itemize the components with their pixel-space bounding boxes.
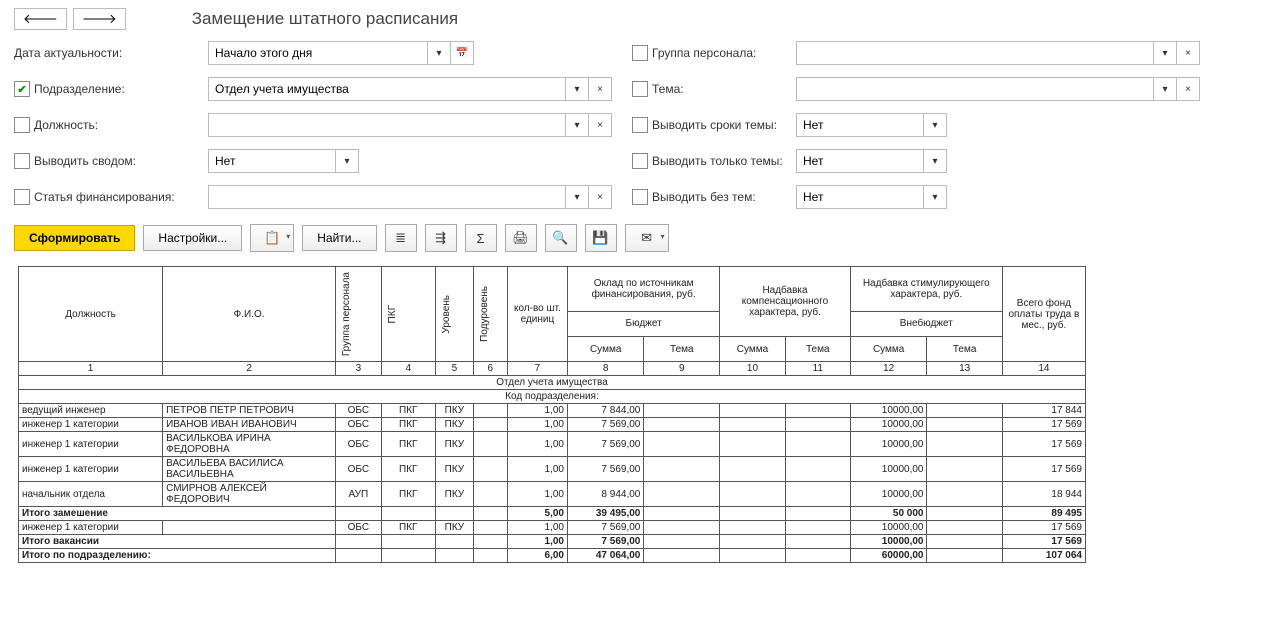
finance-checkbox[interactable] (14, 189, 30, 205)
dept-input[interactable] (208, 77, 566, 101)
report-table: Должность Ф.И.О. Группа персонала ПКГ Ур… (18, 266, 1086, 563)
table-row: инженер 1 категории ОБС ПКГ ПКУ 1,00 7 5… (19, 521, 1086, 535)
date-label: Дата актуальности: (14, 46, 122, 60)
table-row: начальник отделаСМИРНОВ АЛЕКСЕЙ ФЕДОРОВИ… (19, 482, 1086, 507)
calendar-icon[interactable]: 📅 (451, 41, 474, 65)
clear-icon[interactable]: × (1177, 77, 1200, 101)
theme-terms-input[interactable] (796, 113, 924, 137)
group-input[interactable] (796, 41, 1154, 65)
summary-label: Выводить сводом: (34, 154, 136, 168)
summary-input[interactable] (208, 149, 336, 173)
dept-label: Подразделение: (34, 82, 125, 96)
col-position: Должность (19, 267, 163, 362)
back-button[interactable]: 🡐 (14, 8, 67, 30)
forward-button[interactable]: 🡒 (73, 8, 126, 30)
col-numbers-row: 1 2 3 4 5 6 7 8 9 10 11 12 13 14 (19, 362, 1086, 376)
save-icon[interactable]: 💾 (585, 224, 617, 252)
col-comp: Надбавка компенсационного характера, руб… (720, 267, 851, 337)
col-fio: Ф.И.О. (163, 267, 336, 362)
dept-checkbox[interactable] (14, 81, 30, 97)
sum-icon[interactable]: Σ (465, 224, 497, 252)
no-themes-checkbox[interactable] (632, 189, 648, 205)
expand-icon[interactable]: ⇶ (425, 224, 457, 252)
col-pkg: ПКГ (385, 301, 400, 327)
copy-icon[interactable]: 📋 (250, 224, 294, 252)
theme-terms-checkbox[interactable] (632, 117, 648, 133)
dropdown-icon[interactable]: ▾ (428, 41, 451, 65)
date-input[interactable] (208, 41, 428, 65)
section-title: Отдел учета имущества (19, 376, 1086, 390)
col-sublevel: Подуровень (477, 282, 492, 346)
dropdown-icon[interactable]: ▾ (566, 185, 589, 209)
dropdown-icon[interactable]: ▾ (1154, 41, 1177, 65)
group-checkbox[interactable] (632, 45, 648, 61)
theme-label: Тема: (652, 82, 684, 96)
col-total: Всего фонд оплаты труда в мес., руб. (1002, 267, 1085, 362)
table-row: инженер 1 категорииВАСИЛЬЕВА ВАСИЛИСА ВА… (19, 457, 1086, 482)
dropdown-icon[interactable]: ▾ (924, 185, 947, 209)
clear-icon[interactable]: × (589, 77, 612, 101)
theme-terms-label: Выводить сроки темы: (652, 118, 777, 132)
only-themes-input[interactable] (796, 149, 924, 173)
table-row: инженер 1 категорииИВАНОВ ИВАН ИВАНОВИЧО… (19, 418, 1086, 432)
no-themes-label: Выводить без тем: (652, 190, 756, 204)
col-stim: Надбавка стимулирующего характера, руб. (850, 267, 1002, 312)
page-title: Замещение штатного расписания (192, 9, 458, 29)
find-button[interactable]: Найти... (302, 225, 376, 251)
position-checkbox[interactable] (14, 117, 30, 133)
clear-icon[interactable]: × (589, 185, 612, 209)
col-group: Группа персонала (339, 268, 354, 360)
print-icon[interactable]: 🖨 (505, 224, 537, 252)
position-label: Должность: (34, 118, 98, 132)
table-row: инженер 1 категорииВАСИЛЬКОВА ИРИНА ФЕДО… (19, 432, 1086, 457)
summary-checkbox[interactable] (14, 153, 30, 169)
collapse-icon[interactable]: ≣ (385, 224, 417, 252)
section-code: Код подразделения: (19, 390, 1086, 404)
col-offbudget: Внебюджет (850, 311, 1002, 336)
col-budget: Бюджет (567, 311, 719, 336)
subtotal-row: Итого замешение 5,00 39 495,00 50 000 89… (19, 507, 1086, 521)
finance-input[interactable] (208, 185, 566, 209)
only-themes-label: Выводить только темы: (652, 154, 783, 168)
theme-checkbox[interactable] (632, 81, 648, 97)
subtotal-row: Итого вакансии 1,00 7 569,00 10000,00 17… (19, 535, 1086, 549)
only-themes-checkbox[interactable] (632, 153, 648, 169)
dropdown-icon[interactable]: ▾ (566, 77, 589, 101)
dropdown-icon[interactable]: ▾ (566, 113, 589, 137)
dropdown-icon[interactable]: ▾ (924, 149, 947, 173)
col-level: Уровень (439, 291, 454, 338)
dropdown-icon[interactable]: ▾ (1154, 77, 1177, 101)
dropdown-icon[interactable]: ▾ (924, 113, 947, 137)
col-salary: Оклад по источникам финансирования, руб. (567, 267, 719, 312)
mail-icon[interactable]: ✉ (625, 224, 669, 252)
settings-button[interactable]: Настройки... (143, 225, 242, 251)
clear-icon[interactable]: × (589, 113, 612, 137)
table-row: ведущий инженерПЕТРОВ ПЕТР ПЕТРОВИЧОБСПК… (19, 404, 1086, 418)
position-input[interactable] (208, 113, 566, 137)
total-row: Итого по подразделению: 6,00 47 064,00 6… (19, 549, 1086, 563)
no-themes-input[interactable] (796, 185, 924, 209)
dropdown-icon[interactable]: ▾ (336, 149, 359, 173)
clear-icon[interactable]: × (1177, 41, 1200, 65)
generate-button[interactable]: Сформировать (14, 225, 135, 251)
finance-label: Статья финансирования: (34, 190, 175, 204)
col-units: кол-во шт. единиц (507, 267, 567, 362)
group-label: Группа персонала: (652, 46, 756, 60)
preview-icon[interactable]: 🔍 (545, 224, 577, 252)
theme-input[interactable] (796, 77, 1154, 101)
